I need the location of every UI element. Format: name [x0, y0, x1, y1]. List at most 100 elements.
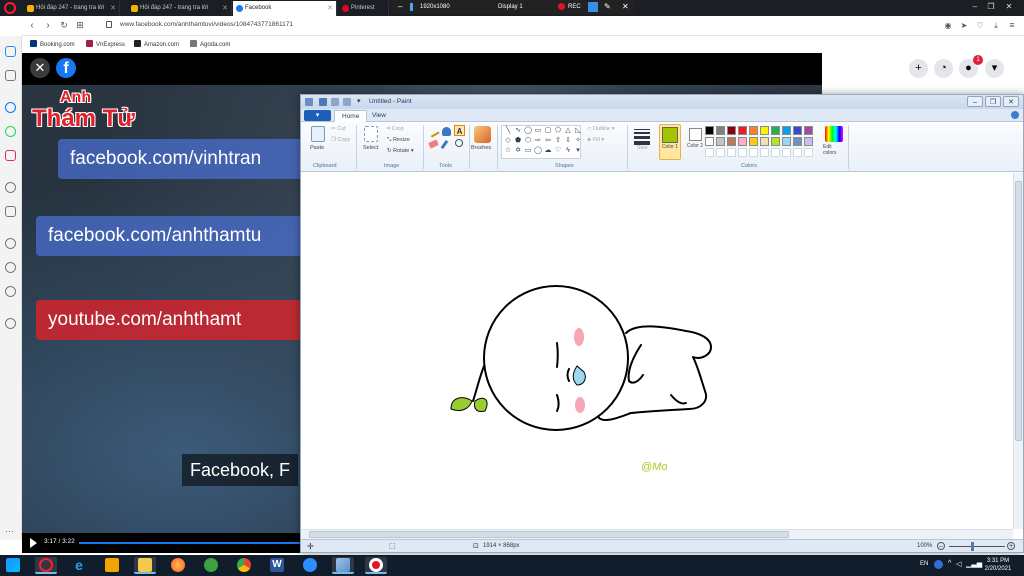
undo-icon[interactable] — [331, 98, 339, 106]
paint-canvas[interactable]: @Mo — [301, 173, 1013, 529]
right-arrow-shape-icon[interactable]: ⇨ — [534, 137, 542, 145]
rotate-button[interactable]: ↻ Rotate ▾ — [387, 148, 414, 154]
rectangle-shape-icon[interactable]: ▭ — [534, 127, 542, 135]
callout-oval-shape-icon[interactable]: ◯ — [534, 147, 542, 155]
zoom-in-icon[interactable]: + — [1007, 542, 1015, 550]
pencil-icon[interactable] — [427, 125, 440, 138]
paint-vertical-scroll-thumb[interactable] — [1015, 181, 1022, 441]
forward-icon[interactable]: › — [42, 19, 54, 32]
tab-facebook[interactable]: Facebook ✕ — [233, 1, 337, 16]
flow-icon[interactable] — [5, 206, 16, 217]
heart-shape-icon[interactable]: ♡ — [554, 147, 562, 155]
lock-icon[interactable] — [106, 21, 112, 28]
custom-color-slot[interactable] — [716, 148, 725, 157]
color1-button[interactable]: Color 1 — [659, 124, 681, 160]
paint-file-menu-button[interactable]: ▾ — [304, 110, 331, 121]
paint-minimize-icon[interactable]: – — [967, 96, 983, 107]
paint-horizontal-scrollbar[interactable] — [301, 529, 1013, 539]
palette-swatch[interactable] — [716, 137, 725, 146]
input-language[interactable]: EN — [920, 561, 928, 567]
record-dot-icon[interactable] — [558, 3, 565, 10]
quick-access-dropdown-icon[interactable]: ▾ — [357, 97, 361, 105]
polygon-shape-icon[interactable]: ⬠ — [554, 127, 562, 135]
instagram-icon[interactable] — [5, 150, 16, 161]
pentagon-shape-icon[interactable]: ⬟ — [514, 137, 522, 145]
left-arrow-shape-icon[interactable]: ⇦ — [544, 137, 552, 145]
minimize-icon[interactable]: – — [968, 0, 982, 13]
zoom-out-icon[interactable]: – — [937, 542, 945, 550]
crop-button[interactable]: ⌗ Crop — [387, 126, 404, 133]
palette-swatch[interactable] — [760, 126, 769, 135]
palette-swatch[interactable] — [749, 137, 758, 146]
custom-color-slot[interactable] — [771, 148, 780, 157]
custom-color-slot[interactable] — [738, 148, 747, 157]
bookmark-vnexpress[interactable]: VnExpress — [86, 40, 125, 48]
line-shape-icon[interactable]: ╲ — [504, 127, 512, 135]
close-recorder-icon[interactable]: ✕ — [622, 0, 629, 14]
bookmark-booking[interactable]: Booking.com — [30, 40, 75, 48]
palette-swatch[interactable] — [771, 126, 780, 135]
tips-icon[interactable] — [5, 318, 16, 329]
system-tray-icon[interactable] — [934, 560, 943, 569]
brushes-icon[interactable] — [474, 126, 491, 143]
shapes-gallery[interactable]: ╲ ∿ ◯ ▭ ▢ ⬠ △ ◺ ◇ ⬟ ⬡ ⇨ ⇦ ⇧ ⇩ ✧ ☆ ✡ ▭ ◯ … — [501, 125, 581, 159]
right-triangle-shape-icon[interactable]: ◺ — [574, 127, 582, 135]
pen-icon[interactable]: ✎ — [604, 0, 611, 14]
taskbar-opera[interactable] — [35, 557, 57, 574]
fill-button[interactable]: ◈ Fill ▾ — [587, 137, 604, 143]
pause-icon[interactable] — [588, 2, 598, 12]
settings-icon[interactable] — [5, 286, 16, 297]
taskbar-clock[interactable]: 3:31 PM 2/20/2021 — [975, 558, 1021, 573]
palette-swatch[interactable] — [705, 137, 714, 146]
help-icon[interactable] — [1011, 111, 1019, 119]
magnifier-icon[interactable] — [455, 139, 463, 147]
outline-button[interactable]: ▱ Outline ▾ — [587, 126, 615, 132]
paste-icon[interactable] — [311, 126, 325, 142]
paste-button[interactable]: Paste — [310, 145, 324, 151]
maximize-icon[interactable]: ❐ — [984, 0, 998, 13]
more-icon[interactable]: ··· — [5, 526, 14, 536]
palette-swatch[interactable] — [738, 126, 747, 135]
cloud-shape-icon[interactable]: ☁ — [544, 147, 552, 155]
back-icon[interactable]: ‹ — [26, 19, 38, 32]
taskbar-word[interactable]: W — [266, 557, 288, 574]
custom-color-slot[interactable] — [705, 148, 714, 157]
tab-view[interactable]: View — [365, 110, 393, 122]
reload-icon[interactable]: ↻ — [58, 19, 70, 32]
taskbar-file-explorer[interactable] — [134, 557, 156, 574]
edit-colors-icon[interactable] — [825, 126, 843, 142]
menu-icon[interactable]: ≡ — [1006, 19, 1018, 32]
zoom-slider-thumb[interactable] — [971, 542, 974, 551]
palette-swatch[interactable] — [782, 137, 791, 146]
palette-swatch[interactable] — [738, 137, 747, 146]
custom-color-slot[interactable] — [749, 148, 758, 157]
up-arrow-shape-icon[interactable]: ⇧ — [554, 137, 562, 145]
home-icon[interactable] — [5, 70, 16, 81]
palette-swatch[interactable] — [804, 126, 813, 135]
create-icon[interactable]: + — [909, 59, 928, 78]
rec-label[interactable]: REC — [568, 0, 581, 14]
custom-color-slot[interactable] — [782, 148, 791, 157]
paint-close-icon[interactable]: ✕ — [1003, 96, 1019, 107]
triangle-shape-icon[interactable]: △ — [564, 127, 572, 135]
close-window-icon[interactable]: ✕ — [1002, 0, 1016, 13]
palette-swatch[interactable] — [749, 126, 758, 135]
recorder-display[interactable]: Display 1 — [498, 0, 523, 14]
taskbar-firefox[interactable] — [167, 557, 189, 574]
copy-button[interactable]: ❐ Copy — [331, 137, 350, 143]
palette-swatch[interactable] — [727, 137, 736, 146]
mic-icon[interactable] — [410, 3, 413, 11]
palette-swatch[interactable] — [793, 126, 802, 135]
bookmarks-icon[interactable] — [5, 238, 16, 249]
select-icon[interactable] — [364, 126, 378, 142]
resize-button[interactable]: ⤡ Resize — [387, 137, 410, 144]
start-button[interactable] — [2, 557, 24, 574]
down-arrow-shape-icon[interactable]: ⇩ — [564, 137, 572, 145]
save-icon[interactable] — [319, 98, 327, 106]
show-hidden-icons-icon[interactable]: ^ — [948, 560, 951, 567]
custom-color-slot[interactable] — [727, 148, 736, 157]
custom-color-slot[interactable] — [793, 148, 802, 157]
volume-icon[interactable]: ◁ — [956, 560, 961, 568]
callout-rect-shape-icon[interactable]: ▭ — [524, 147, 532, 155]
rounded-rectangle-shape-icon[interactable]: ▢ — [544, 127, 552, 135]
